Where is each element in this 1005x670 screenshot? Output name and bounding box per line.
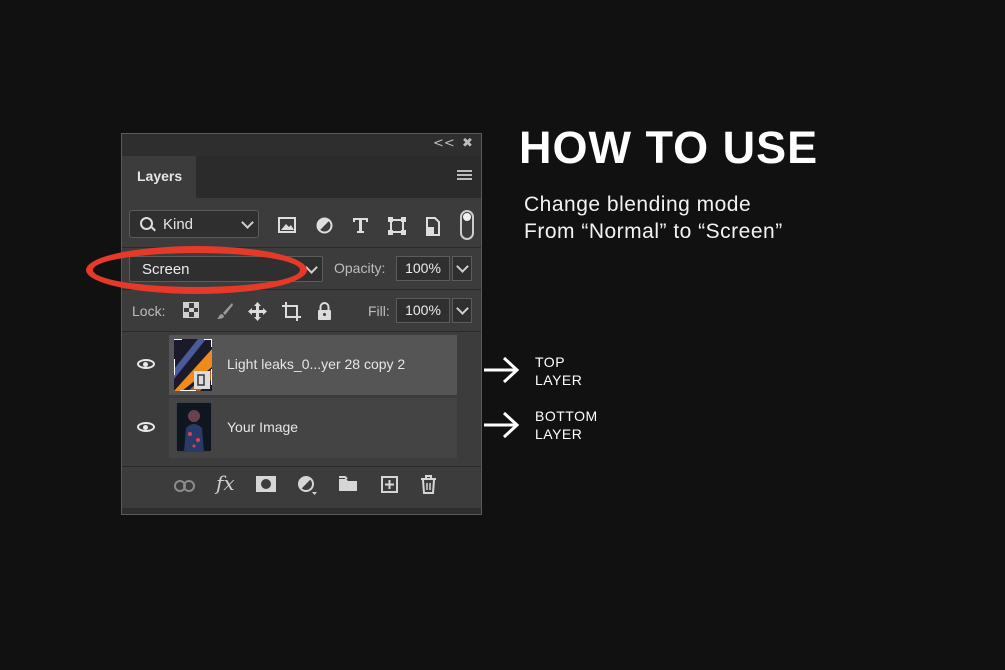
layer-row-light-leaks[interactable]: Light leaks_0...yer 28 copy 2 bbox=[169, 335, 457, 395]
highlight-oval bbox=[86, 246, 307, 294]
top-layer-label-line1: TOP bbox=[535, 354, 566, 370]
layers-bottom-toolbar: fx bbox=[122, 466, 481, 509]
bottom-layer-label: BOTTOM LAYER bbox=[535, 407, 598, 443]
lock-position-move-icon[interactable] bbox=[248, 302, 267, 326]
fx-layer-style-icon[interactable]: fx bbox=[216, 473, 235, 493]
add-mask-icon[interactable] bbox=[256, 476, 276, 495]
instruction-line-1: Change blending mode bbox=[524, 193, 752, 216]
opacity-input[interactable]: 100% bbox=[396, 256, 450, 281]
layer-visibility-toggle[interactable] bbox=[122, 398, 169, 458]
shape-layer-filter-icon[interactable] bbox=[388, 217, 406, 238]
close-panel-icon[interactable]: ✖ bbox=[462, 136, 473, 151]
lock-artboard-crop-icon[interactable] bbox=[282, 302, 301, 326]
chevron-down-icon bbox=[241, 216, 254, 229]
new-adjustment-layer-icon[interactable] bbox=[298, 476, 317, 498]
opacity-dropdown-button[interactable] bbox=[452, 256, 472, 281]
link-layers-icon[interactable] bbox=[174, 478, 195, 495]
layer-name: Your Image bbox=[227, 419, 299, 435]
panel-tab-row: Layers bbox=[122, 156, 481, 198]
layer-thumbnail bbox=[175, 401, 213, 454]
divider bbox=[122, 331, 481, 332]
trash-delete-layer-icon[interactable] bbox=[420, 475, 437, 497]
fill-dropdown-button[interactable] bbox=[452, 298, 472, 323]
panel-resize-handle[interactable] bbox=[122, 508, 481, 514]
filter-kind-dropdown[interactable]: Kind bbox=[129, 210, 259, 238]
type-layer-filter-icon[interactable] bbox=[352, 217, 369, 237]
new-group-folder-icon[interactable] bbox=[338, 476, 358, 495]
arrow-right-icon bbox=[484, 411, 520, 439]
pixel-layer-filter-icon[interactable] bbox=[278, 217, 296, 236]
layers-panel: << ✖ Layers Kind Screen Opacity: 100% Lo… bbox=[121, 133, 482, 515]
top-layer-label: TOP LAYER bbox=[535, 353, 582, 389]
instruction-line-2: From “Normal” to “Screen” bbox=[524, 220, 783, 243]
filter-toggle-switch[interactable] bbox=[460, 210, 474, 240]
lock-transparent-pixels-icon[interactable] bbox=[183, 302, 199, 323]
chevron-down-icon bbox=[305, 261, 318, 274]
lock-label: Lock: bbox=[132, 303, 166, 319]
eye-icon bbox=[137, 359, 155, 369]
lock-image-pixels-brush-icon[interactable] bbox=[216, 302, 234, 325]
layer-thumbnail bbox=[173, 338, 213, 392]
filter-row: Kind bbox=[122, 204, 481, 244]
search-icon bbox=[140, 217, 153, 230]
chevron-down-icon bbox=[456, 302, 469, 315]
bottom-layer-label-line2: LAYER bbox=[535, 426, 583, 442]
smart-object-filter-icon[interactable] bbox=[425, 217, 441, 239]
adjustment-layer-filter-icon[interactable] bbox=[316, 217, 333, 237]
collapse-panel-icon[interactable]: << bbox=[433, 136, 455, 151]
layer-row-your-image[interactable]: Your Image bbox=[169, 398, 457, 458]
lock-all-padlock-icon[interactable] bbox=[317, 302, 332, 325]
new-layer-icon[interactable] bbox=[381, 476, 398, 496]
panel-menu-icon[interactable] bbox=[457, 170, 472, 182]
tab-layers[interactable]: Layers bbox=[122, 156, 196, 198]
top-layer-label-line2: LAYER bbox=[535, 372, 583, 388]
fill-input[interactable]: 100% bbox=[396, 298, 450, 323]
panel-titlebar: << ✖ bbox=[122, 134, 481, 156]
opacity-label: Opacity: bbox=[334, 260, 386, 276]
fill-label: Fill: bbox=[368, 303, 390, 319]
bottom-layer-label-line1: BOTTOM bbox=[535, 408, 598, 424]
page-title: HOW TO USE bbox=[519, 122, 819, 173]
eye-icon bbox=[137, 422, 155, 432]
arrow-right-icon bbox=[484, 356, 520, 384]
layer-visibility-toggle[interactable] bbox=[122, 335, 169, 395]
chevron-down-icon bbox=[456, 260, 469, 273]
filter-kind-label: Kind bbox=[163, 216, 194, 233]
layer-name: Light leaks_0...yer 28 copy 2 bbox=[227, 356, 406, 372]
